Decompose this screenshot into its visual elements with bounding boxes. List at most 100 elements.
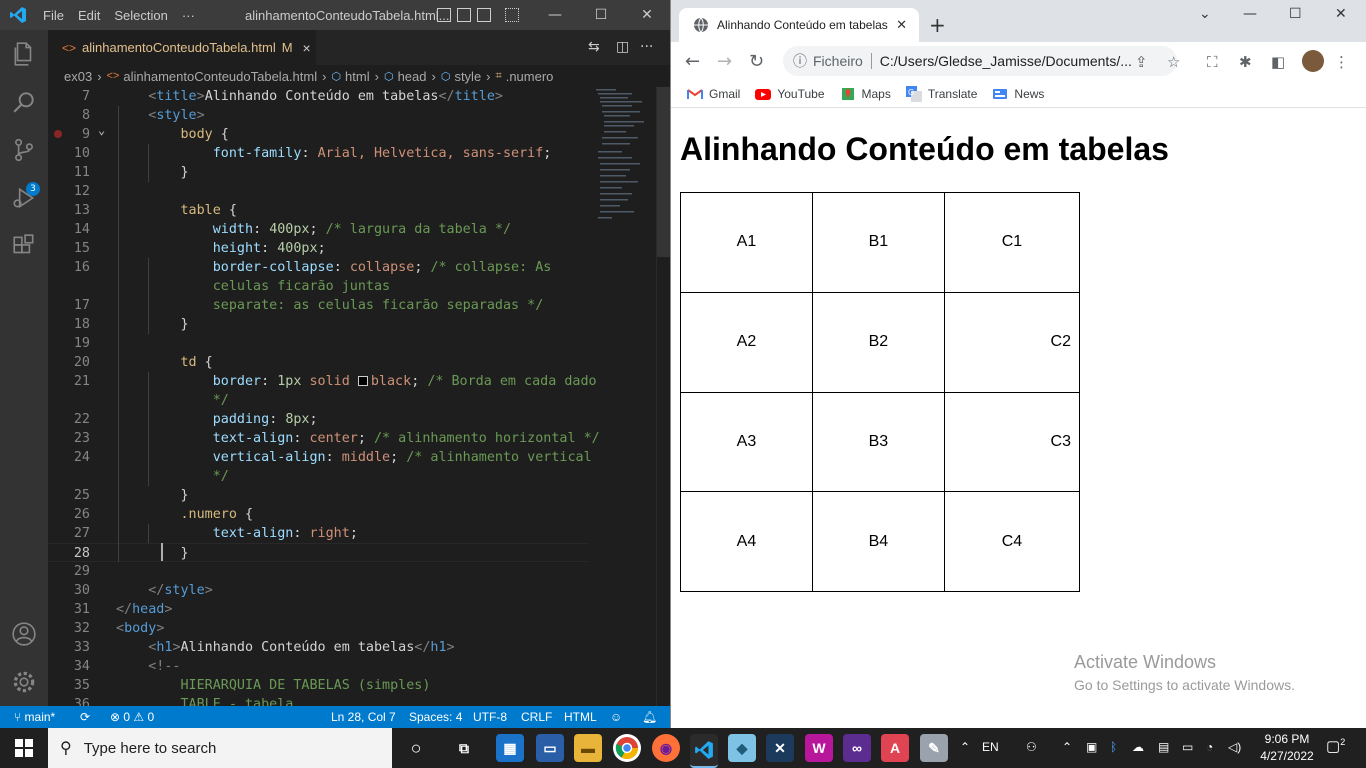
- feedback-icon[interactable]: ☺: [610, 710, 622, 724]
- toggle-panel-icon[interactable]: [457, 8, 471, 22]
- code-line[interactable]: 25 }: [48, 486, 588, 505]
- open-changes-icon[interactable]: ⇆: [588, 39, 600, 55]
- bookmark-translate[interactable]: G Translate: [905, 85, 977, 102]
- show-hidden-icons-chevron-icon[interactable]: ⌃: [1062, 740, 1072, 754]
- file-explorer-icon[interactable]: ▬: [574, 734, 602, 762]
- vertical-scrollbar[interactable]: [656, 87, 670, 706]
- cursor-position[interactable]: Ln 28, Col 7: [331, 710, 396, 724]
- bookmark-gmail[interactable]: Gmail: [687, 86, 740, 102]
- minimize-button[interactable]: —: [1243, 6, 1257, 22]
- code-line[interactable]: celulas ficarão juntas: [48, 277, 588, 296]
- tab-search-chevron-icon[interactable]: ⌄: [1199, 6, 1211, 22]
- maximize-button[interactable]: ☐: [578, 0, 624, 30]
- toggle-secondary-sidebar-icon[interactable]: [477, 8, 491, 22]
- network-app-icon[interactable]: ✕: [766, 734, 794, 762]
- display-icon[interactable]: ▤: [1158, 740, 1169, 754]
- code-line[interactable]: 14 width: 400px; /* largura da tabela */: [48, 220, 588, 239]
- side-panel-icon[interactable]: ◧: [1271, 53, 1285, 71]
- breadcrumb-item[interactable]: head: [398, 69, 427, 84]
- code-line[interactable]: 17 separate: as celulas ficarão separada…: [48, 296, 588, 315]
- bookmark-news[interactable]: News: [992, 86, 1044, 102]
- indentation-setting[interactable]: Spaces: 4: [409, 710, 462, 724]
- calculator-app-icon[interactable]: ▦: [496, 734, 524, 762]
- access-app-icon[interactable]: A: [881, 734, 909, 762]
- profile-avatar[interactable]: [1302, 50, 1324, 72]
- explorer-icon[interactable]: [0, 30, 48, 78]
- tab-alinhamento-file[interactable]: <> alinhamentoConteudoTabela.html M ×: [48, 30, 316, 65]
- source-control-icon[interactable]: [0, 126, 48, 174]
- code-line[interactable]: 9 body {: [48, 125, 588, 144]
- onedrive-cloud-icon[interactable]: ☁: [1132, 740, 1144, 754]
- problems-indicator[interactable]: ⊗ 0 ⚠ 0: [110, 710, 154, 724]
- task-view-icon[interactable]: ⧉: [450, 734, 478, 762]
- extensions-icon[interactable]: [0, 222, 48, 270]
- back-arrow-icon[interactable]: ←: [685, 51, 700, 72]
- reload-icon[interactable]: ↻: [749, 51, 764, 72]
- breadcrumb-item[interactable]: html: [345, 69, 370, 84]
- code-line[interactable]: 18 }: [48, 315, 588, 334]
- code-editor[interactable]: 7 <title>Alinhando Conteúdo em tabelas</…: [48, 87, 670, 706]
- code-line[interactable]: 29: [48, 562, 588, 581]
- battery-icon[interactable]: ▭: [1182, 740, 1193, 754]
- code-line[interactable]: 20 td {: [48, 353, 588, 372]
- run-debug-icon[interactable]: [0, 174, 48, 222]
- extensions-puzzle-icon[interactable]: ✱: [1239, 53, 1252, 71]
- info-icon[interactable]: ⓘ: [793, 51, 807, 71]
- code-line[interactable]: 10 font-family: Arial, Helvetica, sans-s…: [48, 144, 588, 163]
- close-button[interactable]: ✕: [1335, 6, 1347, 22]
- bookmark-star-icon[interactable]: ☆: [1167, 53, 1180, 71]
- notification-center-icon[interactable]: ▢2: [1326, 737, 1345, 755]
- code-line[interactable]: 30 </style>: [48, 581, 588, 600]
- chrome-tab-active[interactable]: Alinhando Conteúdo em tabelas ✕: [679, 8, 919, 42]
- code-line[interactable]: 27 text-align: right;: [48, 524, 588, 543]
- branch-indicator[interactable]: ⑂ main*: [14, 710, 55, 724]
- paint-app-icon[interactable]: ✎: [920, 734, 948, 762]
- code-line[interactable]: 12: [48, 182, 588, 201]
- notifications-bell-icon[interactable]: 🔔︎: [642, 710, 657, 724]
- cast-icon[interactable]: ⛶: [1207, 53, 1218, 71]
- firefox-app-icon[interactable]: ◉: [652, 734, 680, 762]
- tray-app-icon[interactable]: ▣: [1086, 740, 1097, 754]
- code-line[interactable]: 11 }: [48, 163, 588, 182]
- chrome-app-icon[interactable]: [613, 734, 641, 762]
- code-line[interactable]: 13 table {: [48, 201, 588, 220]
- url-text[interactable]: C:/Users/Gledse_Jamisse/Documents/...: [880, 53, 1132, 69]
- more-actions-icon[interactable]: ···: [640, 39, 653, 55]
- menu-more[interactable]: ···: [175, 8, 202, 23]
- forward-arrow-icon[interactable]: →: [717, 51, 732, 72]
- settings-gear-icon[interactable]: [0, 658, 48, 706]
- search-icon[interactable]: [0, 78, 48, 126]
- bluetooth-icon[interactable]: ᛒ: [1110, 740, 1117, 754]
- menu-selection[interactable]: Selection: [107, 8, 174, 23]
- code-line[interactable]: 8 <style>: [48, 106, 588, 125]
- code-line[interactable]: */: [48, 391, 588, 410]
- breadcrumb-item[interactable]: ex03: [64, 69, 92, 84]
- code-line[interactable]: 28 }: [48, 543, 588, 562]
- breadcrumb-item[interactable]: style: [454, 69, 481, 84]
- code-line[interactable]: 24 vertical-align: middle; /* alinhament…: [48, 448, 592, 467]
- maximize-button[interactable]: ☐: [1289, 6, 1302, 22]
- code-line[interactable]: 15 height: 400px;: [48, 239, 588, 258]
- eol-setting[interactable]: CRLF: [521, 710, 552, 724]
- code-line[interactable]: 7 <title>Alinhando Conteúdo em tabelas</…: [48, 87, 588, 106]
- tab-close-icon[interactable]: ×: [303, 40, 311, 56]
- fold-chevron-icon[interactable]: ⌄: [98, 123, 105, 137]
- virtualbox-app-icon[interactable]: ◆: [728, 734, 756, 762]
- address-bar[interactable]: ⓘ Ficheiro C:/Users/Gledse_Jamisse/Docum…: [783, 46, 1177, 76]
- chrome-menu-icon[interactable]: ⋮: [1334, 53, 1349, 71]
- code-line[interactable]: 26 .numero {: [48, 505, 588, 524]
- people-icon[interactable]: ⚇: [1026, 740, 1037, 754]
- sync-icon[interactable]: ⟳: [80, 710, 90, 724]
- wamp-app-icon[interactable]: W: [805, 734, 833, 762]
- split-editor-icon[interactable]: ◫: [616, 39, 629, 55]
- tray-scroll-icon[interactable]: ⌃: [960, 740, 970, 754]
- wifi-icon[interactable]: ◔: [1206, 740, 1213, 754]
- breadcrumb-item[interactable]: alinhamentoConteudoTabela.html: [123, 69, 317, 84]
- code-line[interactable]: */: [48, 467, 588, 486]
- menu-edit[interactable]: Edit: [71, 8, 107, 23]
- code-line[interactable]: 31 </head>: [48, 600, 588, 619]
- scrollbar-thumb[interactable]: [657, 87, 670, 257]
- code-line[interactable]: 16 border-collapse: collapse; /* collaps…: [48, 258, 588, 277]
- code-line[interactable]: 34 <!--: [48, 657, 588, 676]
- minimap[interactable]: [588, 87, 658, 237]
